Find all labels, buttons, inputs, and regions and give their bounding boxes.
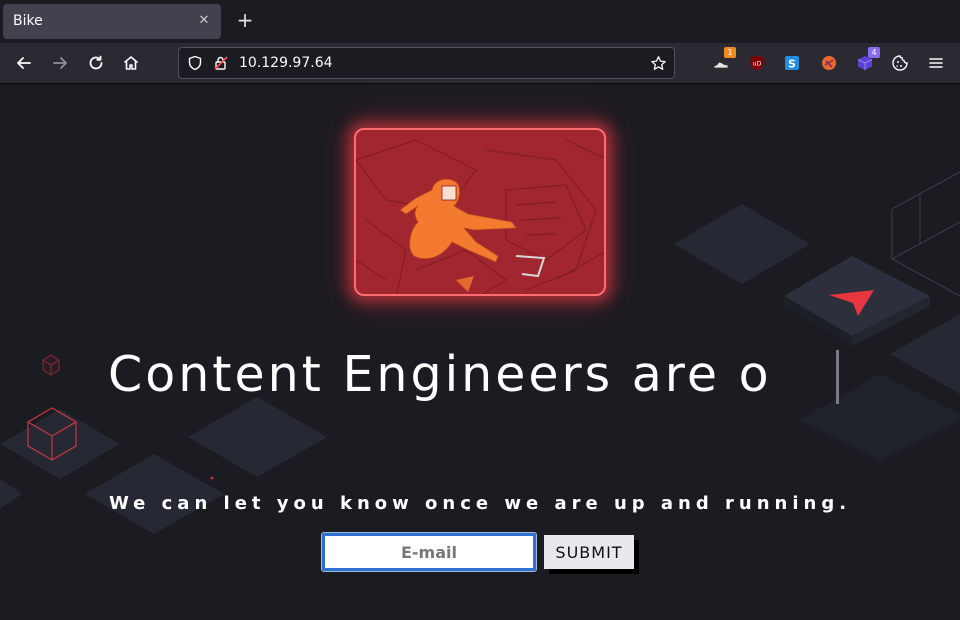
- close-icon[interactable]: ✕: [195, 12, 213, 30]
- home-icon: [123, 56, 139, 70]
- extension-badge: 4: [868, 47, 880, 58]
- back-button[interactable]: [12, 51, 36, 75]
- tab-bike[interactable]: Bike ✕: [3, 4, 221, 39]
- reload-icon: [89, 55, 103, 70]
- hamburger-menu-icon: [929, 58, 943, 68]
- extension-cube[interactable]: 4: [854, 47, 880, 74]
- arrow-left-icon: [17, 57, 31, 69]
- email-input[interactable]: [321, 532, 537, 572]
- new-tab-button[interactable]: +: [235, 10, 255, 30]
- tab-title: Bike: [13, 13, 43, 29]
- hacker-figure-illustration: [356, 130, 604, 294]
- shield-icon: [188, 55, 202, 71]
- cookie-icon: [892, 55, 908, 71]
- menu-button[interactable]: [925, 52, 947, 74]
- typing-cursor: [836, 350, 839, 404]
- navigation-toolbar: 10.129.97.64 1 uD S 4: [0, 43, 960, 84]
- extension-relay[interactable]: [818, 52, 840, 74]
- arrow-right-icon: [53, 57, 67, 69]
- reload-button[interactable]: [84, 51, 108, 75]
- extension-shoe[interactable]: 1: [710, 47, 736, 74]
- extension-cookie[interactable]: [889, 52, 911, 74]
- firefox-relay-icon: [822, 56, 836, 70]
- extension-ublock[interactable]: uD: [746, 52, 768, 74]
- submit-button[interactable]: SUBMIT: [544, 535, 634, 569]
- svg-text:S: S: [788, 58, 796, 71]
- insecure-lock-icon[interactable]: [213, 55, 229, 71]
- url-text: 10.129.97.64: [239, 55, 333, 71]
- page-body: Content Engineers are o We can let you k…: [0, 84, 960, 620]
- forward-button[interactable]: [48, 51, 72, 75]
- extension-badge: 1: [724, 47, 736, 58]
- home-button[interactable]: [119, 51, 143, 75]
- svg-text:uD: uD: [753, 61, 762, 68]
- ublock-icon: uD: [750, 55, 764, 71]
- bookmark-star-icon[interactable]: [650, 55, 667, 72]
- tab-strip: Bike ✕ +: [0, 0, 960, 43]
- s-extension-icon: S: [785, 56, 799, 71]
- extension-s[interactable]: S: [781, 52, 803, 74]
- coming-soon-message: We can let you know once we are up and r…: [108, 493, 852, 514]
- address-bar[interactable]: 10.129.97.64: [178, 47, 675, 79]
- typed-headline: Content Engineers are o: [108, 346, 772, 403]
- hero-illustration: [354, 128, 606, 296]
